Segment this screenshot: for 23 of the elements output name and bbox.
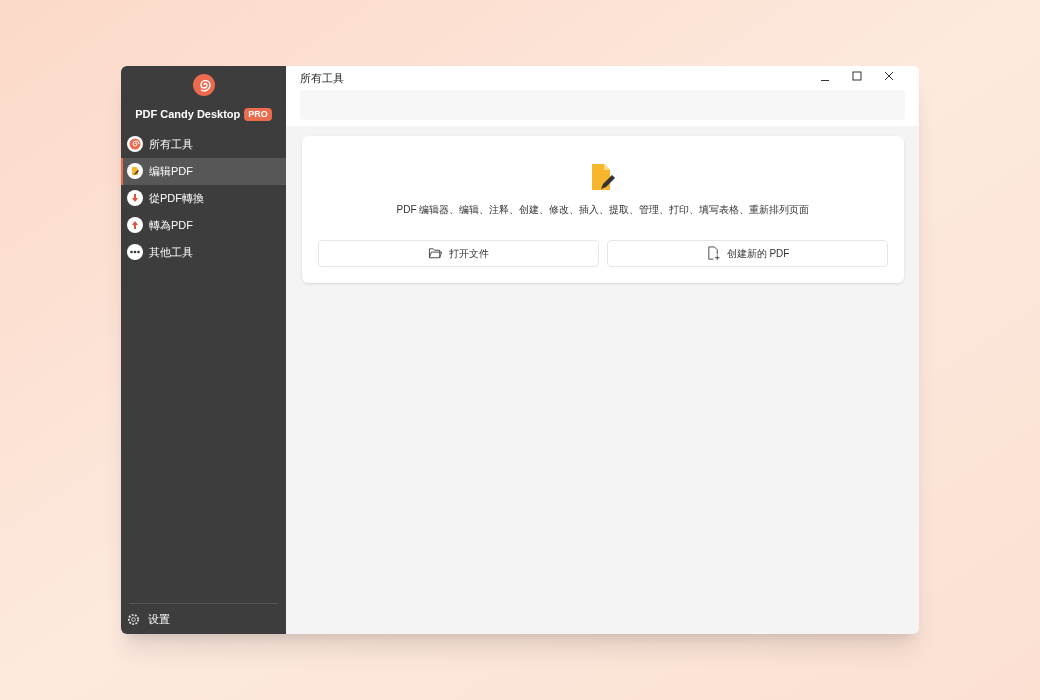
pro-badge: PRO (244, 107, 272, 121)
sidebar-item[interactable]: 其他工具 (121, 238, 286, 266)
new-document-icon (705, 246, 721, 261)
tool-description: PDF 编辑器、编辑、注释、创建、修改、插入、提取、管理、打印、填写表格、重新排列页面 (396, 203, 810, 217)
minimize-icon (821, 79, 829, 81)
document-pencil-icon (127, 163, 143, 179)
settings-icon (127, 612, 140, 626)
document-pencil-icon (590, 164, 616, 192)
close-icon (884, 71, 894, 81)
more-icon (127, 244, 143, 260)
settings-item[interactable]: 设置 (121, 604, 286, 634)
new-pdf-button[interactable]: 创建新的 PDF (607, 240, 888, 267)
sidebar-item[interactable]: 编辑PDF (121, 157, 286, 185)
sidebar-item[interactable]: 所有工具 (121, 130, 286, 158)
sidebar-item[interactable]: 從PDF轉換 (121, 184, 286, 212)
spiral-icon (127, 136, 143, 152)
folder-icon (428, 246, 443, 261)
open-file-button[interactable]: 打开文件 (318, 240, 599, 267)
sidebar-item[interactable]: 轉為PDF (121, 211, 286, 239)
window-title: 所有工具 (300, 70, 344, 86)
maximize-icon (852, 71, 862, 81)
spiral-logo-icon (192, 74, 215, 96)
app-name: PDF Candy Desktop (135, 107, 241, 122)
